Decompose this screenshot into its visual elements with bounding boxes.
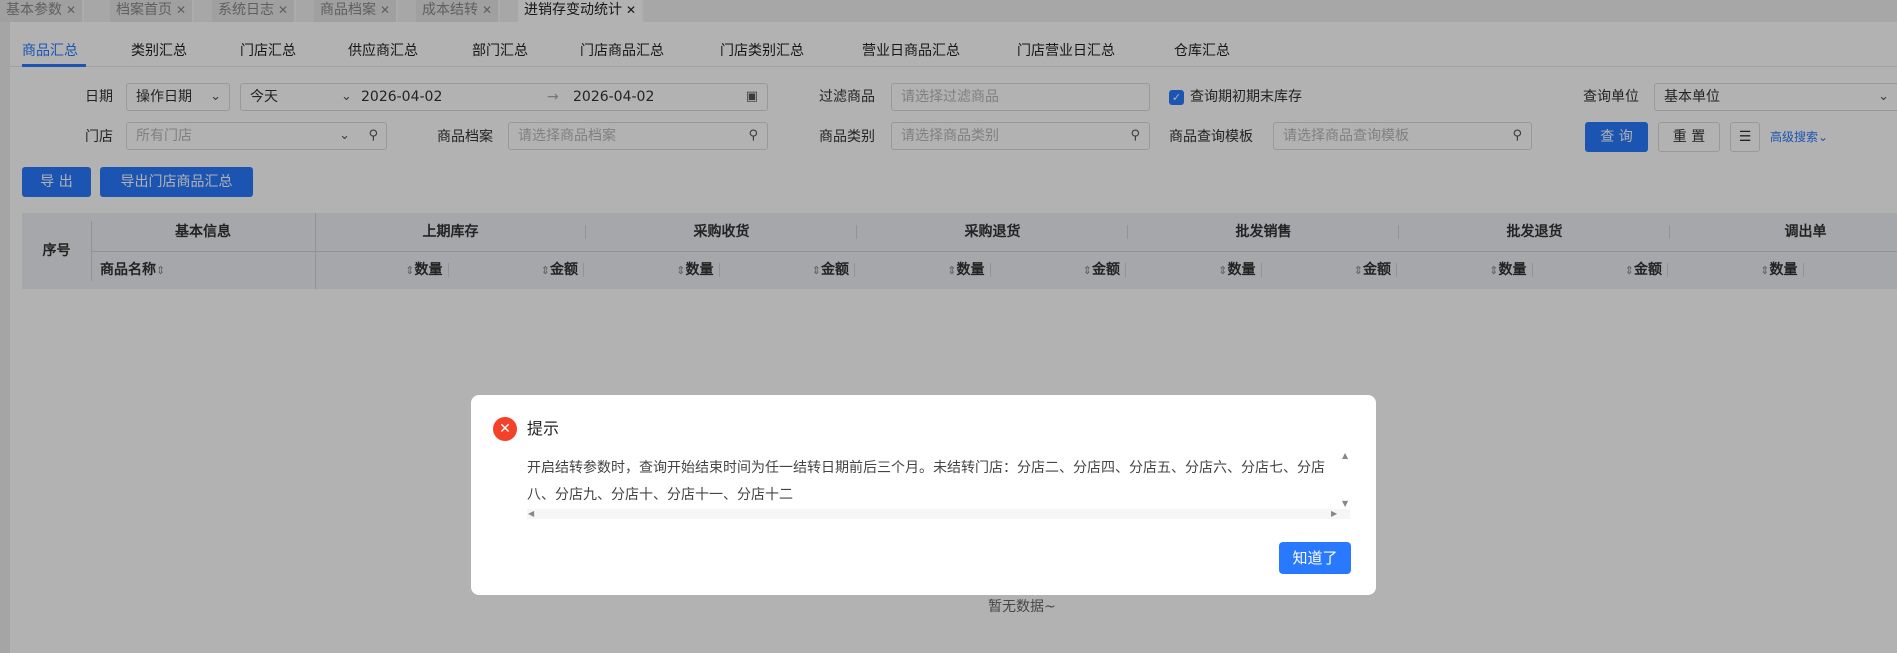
scroll-up-icon[interactable]: ▲ xyxy=(1342,451,1348,460)
dialog-message: 开启结转参数时，查询开始结束时间为任一结转日期前后三个月。未结转门店：分店二、分… xyxy=(527,455,1350,511)
scroll-right-icon[interactable]: ▶ xyxy=(1331,509,1337,518)
scroll-down-icon[interactable]: ▼ xyxy=(1342,499,1348,508)
ok-button[interactable]: 知道了 xyxy=(1279,542,1351,574)
scroll-left-icon[interactable]: ◀ xyxy=(528,509,534,518)
alert-dialog: ✕ 提示 开启结转参数时，查询开始结束时间为任一结转日期前后三个月。未结转门店：… xyxy=(471,395,1376,595)
error-icon: ✕ xyxy=(493,417,517,441)
horizontal-scrollbar[interactable] xyxy=(527,509,1350,519)
dialog-title: 提示 xyxy=(527,419,560,438)
